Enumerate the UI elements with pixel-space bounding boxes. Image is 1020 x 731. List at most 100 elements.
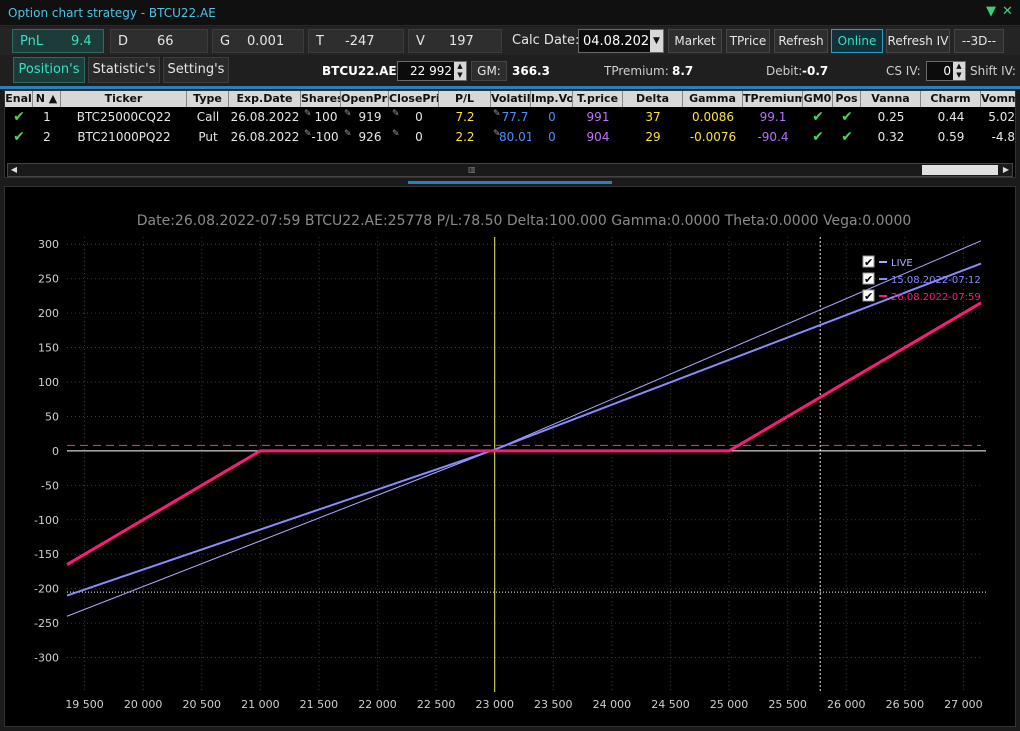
cs-iv-spinner[interactable]: 0 ▲ ▼ xyxy=(926,61,966,81)
cell-exp-date: 26.08.2022 xyxy=(230,130,300,144)
col-header[interactable]: Pos xyxy=(833,91,861,107)
calc-date-value: 04.08.2022 xyxy=(583,34,658,49)
col-header[interactable]: Exp.Date xyxy=(229,91,301,107)
x-tick-label: 21 500 xyxy=(300,698,339,711)
price-spinner[interactable]: 22 992 ▲ ▼ xyxy=(397,61,467,81)
enabled-check-icon[interactable]: ✔ xyxy=(5,127,33,147)
stat-gamma-value: 0.001 xyxy=(247,34,285,49)
cell-volatility[interactable]: 80.01 xyxy=(499,127,531,147)
gm-value: 366.3 xyxy=(512,64,550,78)
horizontal-scrollbar[interactable]: ◀ ▥ ▶ xyxy=(7,163,1013,177)
cell-charm: 0.44 xyxy=(937,110,965,124)
close-icon[interactable]: ✕ xyxy=(1002,4,1013,19)
col-header[interactable]: Ticker xyxy=(61,91,187,107)
x-tick-label: 23 500 xyxy=(534,698,573,711)
legend-check-icon: ✔ xyxy=(864,290,873,303)
cell-open-price[interactable]: 926 xyxy=(351,127,389,147)
calc-date-picker[interactable]: 04.08.2022 ▼ xyxy=(578,29,664,53)
col-header[interactable]: Volatilit xyxy=(491,91,531,107)
cell-shares[interactable]: 100 xyxy=(311,107,341,127)
cell-exp-date: 26.08.2022 xyxy=(230,110,300,124)
stat-delta-label: D xyxy=(118,34,129,49)
tab-positions[interactable]: Position's xyxy=(13,57,85,83)
x-tick-label: 25 500 xyxy=(768,698,807,711)
scroll-left-icon[interactable]: ◀ xyxy=(8,164,20,176)
x-tick-label: 24 000 xyxy=(593,698,632,711)
cell-pl: 2.2 xyxy=(455,130,475,144)
online-button[interactable]: Online xyxy=(831,29,883,53)
stat-pnl-value: 9.4 xyxy=(71,34,92,49)
spin-arrows-icon[interactable]: ▲ ▼ xyxy=(454,62,466,80)
chevron-down-icon[interactable]: ▼ xyxy=(650,30,663,52)
chart-title: Date:26.08.2022-07:59 BTCU22.AE:25778 P/… xyxy=(137,213,912,229)
gm0-check-icon[interactable]: ✔ xyxy=(803,107,833,127)
cell-pl: 7.2 xyxy=(455,110,475,124)
y-tick-label: 250 xyxy=(38,273,59,286)
y-tick-label: -150 xyxy=(34,548,59,561)
col-header[interactable]: OpenPri xyxy=(341,91,389,107)
refresh-iv-button[interactable]: Refresh IV xyxy=(886,29,950,53)
view-3d-button[interactable]: --3D-- xyxy=(954,29,1004,53)
col-header[interactable]: Gamma xyxy=(683,91,743,107)
stat-vega-label: V xyxy=(416,34,425,49)
col-header[interactable]: N ▲ xyxy=(33,91,61,107)
toolbar: PnL 9.4 D 66 G 0.001 T -247 V 197 Calc D… xyxy=(0,27,1020,55)
cell-shares[interactable]: -100 xyxy=(309,127,341,147)
pos-check-icon[interactable]: ✔ xyxy=(833,127,861,147)
col-header[interactable]: Shares xyxy=(301,91,341,107)
chevron-down-icon[interactable]: ▼ xyxy=(986,4,996,19)
positions-grid: Enal N ▲ Ticker Type Exp.Date Shares Ope… xyxy=(4,90,1016,178)
col-header[interactable]: Vomm xyxy=(981,91,1015,107)
x-tick-label: 25 000 xyxy=(710,698,749,711)
x-tick-label: 22 000 xyxy=(358,698,397,711)
col-header[interactable]: Vanna xyxy=(861,91,921,107)
cell-tprice: 904 xyxy=(586,130,610,144)
cell-imp-vol: 0 xyxy=(548,110,556,124)
sort-asc-icon: ▲ xyxy=(48,92,58,105)
cell-type: Call xyxy=(196,110,220,124)
tab-statistics[interactable]: Statistic's xyxy=(88,57,160,83)
col-header[interactable]: Delta xyxy=(623,91,683,107)
legend-check-icon: ✔ xyxy=(864,273,873,286)
payoff-chart: Date:26.08.2022-07:59 BTCU22.AE:25778 P/… xyxy=(4,186,1016,727)
gm-button[interactable]: GM: xyxy=(471,61,507,81)
refresh-button[interactable]: Refresh xyxy=(774,29,828,53)
gm0-check-icon[interactable]: ✔ xyxy=(803,127,833,147)
cell-volatility[interactable]: 77.7 xyxy=(499,107,531,127)
col-header[interactable]: T.price xyxy=(573,91,623,107)
x-tick-label: 24 500 xyxy=(651,698,690,711)
x-tick-label: 23 000 xyxy=(475,698,514,711)
cell-close-price[interactable]: 0 xyxy=(399,107,439,127)
col-header[interactable]: GM0 xyxy=(803,91,833,107)
col-header[interactable]: Imp.Vo xyxy=(531,91,573,107)
cell-ticker: BTC25000CQ22 xyxy=(76,110,172,124)
tab-settings[interactable]: Setting's xyxy=(163,57,229,83)
shift-iv-label: Shift IV: xyxy=(970,64,1016,78)
col-header[interactable]: P/L xyxy=(439,91,491,107)
market-button[interactable]: Market xyxy=(668,29,722,53)
col-header[interactable]: ClosePri xyxy=(389,91,439,107)
price-value: 22 992 xyxy=(410,64,452,78)
stat-pnl: PnL 9.4 xyxy=(12,29,104,53)
cell-imp-vol: 0 xyxy=(548,130,556,144)
col-header[interactable]: Charm xyxy=(921,91,981,107)
cell-tpremium: 99.1 xyxy=(759,110,787,124)
scroll-thumb[interactable] xyxy=(922,165,998,175)
col-header[interactable]: Type xyxy=(187,91,229,107)
enabled-check-icon[interactable]: ✔ xyxy=(5,107,33,127)
x-tick-label: 26 500 xyxy=(886,698,925,711)
col-header[interactable]: TPremium xyxy=(743,91,803,107)
col-header[interactable]: Enal xyxy=(5,91,33,107)
calc-date-label: Calc Date: xyxy=(512,33,580,48)
stat-vega-value: 197 xyxy=(449,34,474,49)
pos-check-icon[interactable]: ✔ xyxy=(833,107,861,127)
panel-splitter[interactable] xyxy=(408,181,612,184)
tprice-button[interactable]: TPrice xyxy=(726,29,770,53)
scroll-right-icon[interactable]: ▶ xyxy=(1000,164,1012,176)
spin-arrows-icon[interactable]: ▲ ▼ xyxy=(953,62,965,80)
stat-theta: T -247 xyxy=(308,29,404,53)
cell-open-price[interactable]: 919 xyxy=(351,107,389,127)
stat-pnl-label: PnL xyxy=(20,34,44,49)
cs-iv-value: 0 xyxy=(943,64,951,78)
cell-close-price[interactable]: 0 xyxy=(399,127,439,147)
